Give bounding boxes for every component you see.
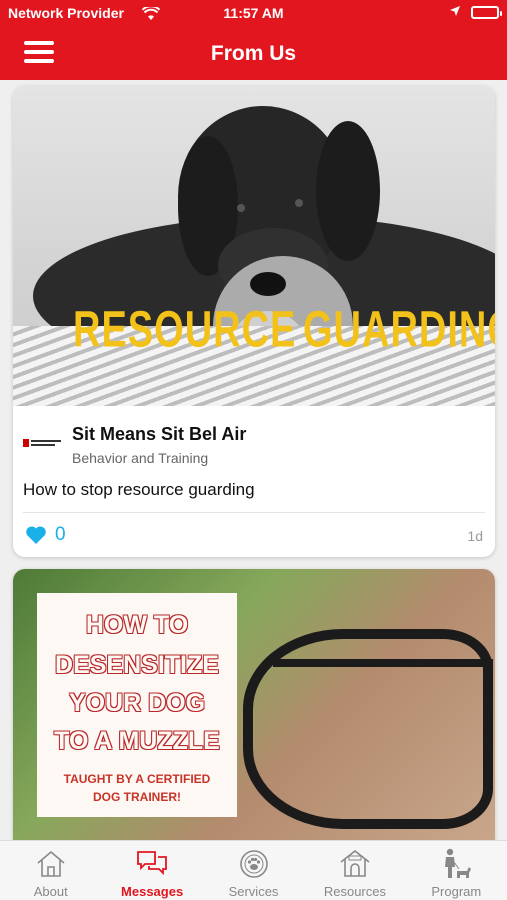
tab-services[interactable]: Services: [203, 841, 304, 900]
poster: HOW TO DESENSITIZE YOUR DOG TO A MUZZLE …: [37, 593, 237, 817]
tab-program[interactable]: Program: [406, 841, 507, 900]
paw-badge-icon: [239, 850, 268, 878]
nav-bar: From Us: [0, 32, 507, 76]
poster-subtitle: TAUGHT BY A CERTIFIED: [63, 772, 211, 786]
tab-label: Messages: [121, 884, 184, 899]
image-word: RESOURCE: [73, 302, 297, 359]
post-age: 1d: [467, 528, 483, 544]
brand-logo: [23, 436, 61, 450]
tab-messages[interactable]: Messages: [101, 841, 202, 900]
poster-line: TO A MUZZLE: [54, 727, 220, 755]
tab-bar: About Messages Services Resources Progra…: [0, 840, 507, 900]
clock: 11:57 AM: [223, 5, 284, 21]
tab-label: Services: [228, 884, 279, 899]
heart-icon: [26, 526, 46, 544]
tab-resources[interactable]: Resources: [304, 841, 405, 900]
poster-line: HOW TO: [85, 611, 189, 639]
tab-about[interactable]: About: [0, 841, 101, 900]
tab-label: About: [33, 884, 68, 899]
image-word: GUARDING: [303, 302, 495, 359]
post-image[interactable]: HOW TO DESENSITIZE YOUR DOG TO A MUZZLE …: [13, 569, 495, 840]
poster-line: YOUR DOG: [68, 689, 206, 717]
like-count: 0: [55, 524, 66, 545]
post-category: Behavior and Training: [72, 450, 209, 466]
battery-icon: [471, 5, 502, 19]
page-title: From Us: [210, 42, 297, 65]
post-feed[interactable]: RESOURCE GUARDING Sit Means Sit Bel Air …: [0, 80, 507, 840]
chat-bubbles-icon: [137, 851, 168, 876]
divider: [23, 512, 485, 513]
poster-line: DESENSITIZE: [55, 651, 219, 679]
trainer-dog-icon: [445, 848, 472, 878]
status-bar: Network Provider 11:57 AM: [8, 4, 502, 24]
like-button[interactable]: 0: [25, 524, 66, 546]
post-card[interactable]: RESOURCE GUARDING Sit Means Sit Bel Air …: [13, 86, 495, 557]
house-icon: [37, 850, 65, 877]
post-card[interactable]: HOW TO DESENSITIZE YOUR DOG TO A MUZZLE …: [13, 569, 495, 840]
tab-label: Resources: [323, 884, 386, 899]
post-image[interactable]: RESOURCE GUARDING: [13, 86, 495, 406]
dog-house-icon: [340, 849, 370, 877]
post-meta: Sit Means Sit Bel Air Behavior and Train…: [13, 406, 495, 556]
poster-subtitle: DOG TRAINER!: [93, 790, 181, 804]
tab-label: Program: [431, 884, 482, 899]
muzzle-strap: [273, 659, 493, 667]
post-author[interactable]: Sit Means Sit Bel Air: [72, 424, 246, 445]
location-arrow-icon: [449, 4, 461, 20]
app-header: Network Provider 11:57 AM From Us: [0, 0, 507, 80]
post-title[interactable]: How to stop resource guarding: [23, 480, 255, 500]
